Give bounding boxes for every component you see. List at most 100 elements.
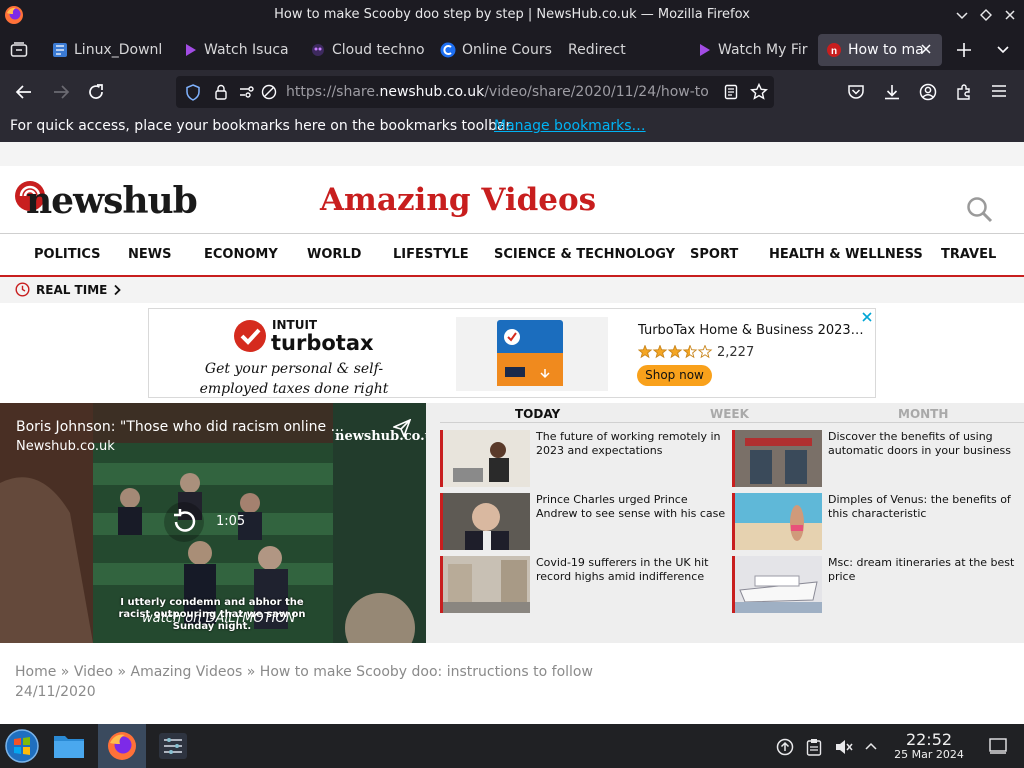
video-source[interactable]: Newshub.co.uk xyxy=(16,439,115,454)
clock-time[interactable]: 22:52 xyxy=(888,730,970,749)
nav-news[interactable]: NEWS xyxy=(128,247,171,262)
nav-sport[interactable]: SPORT xyxy=(690,247,738,262)
tab-online-courses[interactable]: Online Cours xyxy=(440,34,554,66)
c-logo-icon xyxy=(440,42,456,58)
update-notifier-icon[interactable] xyxy=(776,738,794,756)
story-item[interactable]: Covid-19 sufferers in the UK hit record … xyxy=(440,556,728,613)
account-icon[interactable] xyxy=(919,83,937,101)
forward-arrow-icon[interactable] xyxy=(52,84,70,100)
ad-tagline: Get your personal & self-employed taxes … xyxy=(199,361,389,397)
tab-overview-icon[interactable] xyxy=(10,42,28,58)
breadcrumb-home[interactable]: Home xyxy=(15,664,56,680)
manage-bookmarks-link[interactable]: Manage bookmarks… xyxy=(494,118,646,134)
turbotax-ad[interactable]: INTUIT turbotax Get your personal & self… xyxy=(148,308,876,398)
ad-close-icon[interactable] xyxy=(861,311,873,323)
shield-icon[interactable] xyxy=(185,84,201,101)
tab-today[interactable]: TODAY xyxy=(515,407,560,421)
chevron-right-icon[interactable] xyxy=(112,284,122,296)
address-bar[interactable]: https://share.newshub.co.uk/video/share/… xyxy=(176,76,774,108)
nav-health-wellness[interactable]: HEALTH & WELLNESS xyxy=(769,247,923,262)
tab-redirect[interactable]: Redirect xyxy=(568,34,678,66)
tab-linux-downloads[interactable]: Linux_Downl xyxy=(52,34,166,66)
close-tab-icon[interactable] xyxy=(920,43,932,55)
pocket-icon[interactable] xyxy=(847,83,865,101)
story-item[interactable]: Discover the benefits of using automatic… xyxy=(732,430,1020,487)
nav-world[interactable]: WORLD xyxy=(307,247,361,262)
nav-top-border xyxy=(0,233,1024,234)
maximize-icon[interactable] xyxy=(979,8,993,22)
nav-lifestyle[interactable]: LIFESTYLE xyxy=(393,247,469,262)
tab-how-to-make-scooby-doo[interactable]: n How to ma xyxy=(818,34,942,66)
section-title: Amazing Videos xyxy=(320,182,597,218)
tab-watch-isuca[interactable]: Watch Isuca xyxy=(182,34,292,66)
url-prefix: https://share. xyxy=(286,84,380,100)
replay-icon-graphic[interactable] xyxy=(170,508,198,536)
story-thumbnail xyxy=(732,430,822,487)
volume-muted-icon[interactable] xyxy=(834,738,854,756)
video-player[interactable]: Boris Johnson: "Those who did racism onl… xyxy=(0,403,426,643)
file-manager-icon[interactable] xyxy=(52,730,86,762)
taskbar-firefox-button[interactable] xyxy=(98,724,146,768)
story-item[interactable]: Prince Charles urged Prince Andrew to se… xyxy=(440,493,728,550)
back-arrow-icon[interactable] xyxy=(15,84,33,100)
story-item[interactable]: Msc: dream itineraries at the best price xyxy=(732,556,1020,613)
story-thumbnail xyxy=(732,556,822,613)
share-icon[interactable] xyxy=(393,419,411,437)
hamburger-menu-icon[interactable] xyxy=(991,84,1007,98)
bookmark-star-icon[interactable] xyxy=(750,83,768,101)
tab-week[interactable]: WEEK xyxy=(710,407,749,421)
list-all-tabs-icon[interactable] xyxy=(996,44,1010,56)
story-item[interactable]: The future of working remotely in 2023 a… xyxy=(440,430,728,487)
svg-text:n: n xyxy=(831,46,837,57)
ad-brand-top: INTUIT xyxy=(272,318,318,332)
tab-cloud-techno[interactable]: Cloud techno xyxy=(310,34,424,66)
url-text[interactable]: https://share.newshub.co.uk/video/share/… xyxy=(286,84,712,100)
extensions-icon[interactable] xyxy=(955,83,973,101)
nav-science-technology[interactable]: SCIENCE & TECHNOLOGY xyxy=(494,247,675,262)
trending-panel: TODAY WEEK MONTH The future of working r… xyxy=(426,403,1024,643)
story-text: Msc: dream itineraries at the best price xyxy=(828,556,1015,583)
ad-product-name[interactable]: TurboTax Home & Business 2023… xyxy=(638,323,864,338)
story-text: Dimples of Venus: the benefits of this c… xyxy=(828,493,1011,520)
story-thumbnail xyxy=(440,493,530,550)
show-desktop-icon[interactable] xyxy=(988,737,1008,755)
search-icon[interactable] xyxy=(966,196,994,224)
settings-sliders-icon[interactable] xyxy=(158,732,188,760)
lock-icon[interactable] xyxy=(214,84,228,100)
tab-label: Linux_Downl xyxy=(74,42,163,58)
newshub-logo-text: newshub xyxy=(26,180,198,222)
permissions-icon[interactable] xyxy=(239,85,255,99)
story-text: Prince Charles urged Prince Andrew to se… xyxy=(536,493,726,520)
clock-date[interactable]: 25 Mar 2024 xyxy=(888,748,970,761)
watch-on-dailymotion[interactable]: watch on DAILYMOTION xyxy=(142,611,295,626)
nav-economy[interactable]: ECONOMY xyxy=(204,247,278,262)
nav-travel[interactable]: TRAVEL xyxy=(941,247,996,262)
ad-rating-count: 2,227 xyxy=(717,345,755,360)
reload-icon[interactable] xyxy=(87,83,105,101)
breadcrumb-video[interactable]: Video xyxy=(74,664,113,680)
breadcrumb-amazing-videos[interactable]: Amazing Videos xyxy=(131,664,243,680)
ad-product-image xyxy=(456,317,608,391)
tray-expand-icon[interactable] xyxy=(864,741,878,751)
video-title[interactable]: Boris Johnson: "Those who did racism onl… xyxy=(16,419,344,435)
tracking-blocked-icon[interactable] xyxy=(261,84,277,100)
star-icon xyxy=(667,345,683,359)
close-window-icon[interactable] xyxy=(1003,8,1017,22)
realtime-label[interactable]: REAL TIME xyxy=(36,283,107,297)
tab-month[interactable]: MONTH xyxy=(898,407,948,421)
top-strip xyxy=(0,142,1024,166)
downloads-icon[interactable] xyxy=(883,83,901,101)
tab-watch-my-first[interactable]: Watch My Fir xyxy=(696,34,808,66)
shop-now-button[interactable]: Shop now xyxy=(637,365,712,386)
tab-label: Redirect xyxy=(568,42,626,58)
ad-brand: turbotax xyxy=(271,331,374,355)
minimize-icon[interactable] xyxy=(955,8,969,22)
clipboard-icon[interactable] xyxy=(806,738,822,756)
reader-view-icon[interactable] xyxy=(724,84,738,100)
start-menu-icon[interactable] xyxy=(4,728,40,764)
new-tab-icon[interactable] xyxy=(956,42,972,58)
story-item[interactable]: Dimples of Venus: the benefits of this c… xyxy=(732,493,1020,550)
nav-politics[interactable]: POLITICS xyxy=(34,247,101,262)
cloud-icon xyxy=(310,42,326,58)
web-page: newshub Amazing Videos POLITICS NEWS ECO… xyxy=(0,142,1024,724)
